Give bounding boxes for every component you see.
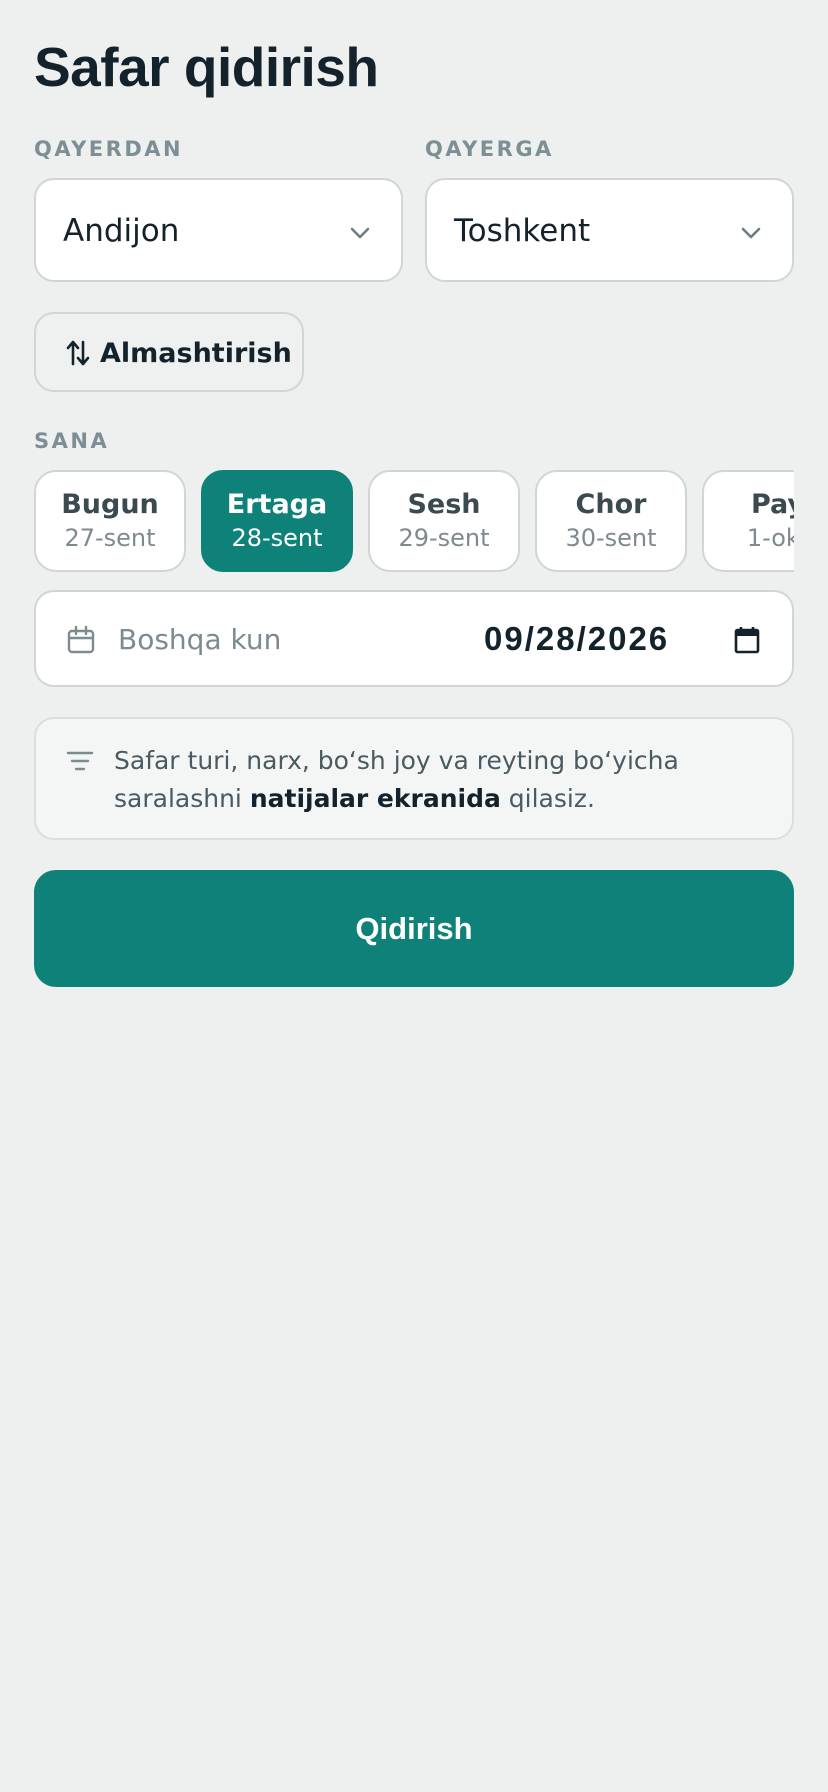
from-label: QAYERDAN [34, 137, 184, 161]
swap-vertical-icon [66, 340, 90, 366]
search-button[interactable]: Qidirish [34, 870, 794, 987]
from-select[interactable]: Andijon [34, 178, 403, 282]
date-chip-selected[interactable]: Ertaga 28-sent [201, 470, 353, 572]
other-day-placeholder: Boshqa kun [118, 623, 282, 656]
date-chip[interactable]: Sesh 29-sent [368, 470, 520, 572]
page-title: Safar qidirish [34, 36, 379, 98]
other-day-value[interactable]: 09/28/2026 [484, 621, 669, 657]
date-label: SANA [34, 429, 110, 453]
date-chip-day: Ertaga [226, 489, 328, 520]
sorting-info-text: Safar turi, narx, bo‘sh joy va reyting b… [114, 742, 764, 818]
date-chip-day: Sesh [407, 489, 481, 520]
date-chip-date: 27-sent [64, 524, 156, 552]
to-label: QAYERGA [425, 137, 554, 161]
filter-icon [66, 751, 94, 771]
date-chip-date: 29-sent [398, 524, 490, 552]
date-chip[interactable]: Pay 1-okt [702, 470, 794, 572]
info-text-end: qilasiz. [500, 784, 595, 813]
date-chip-date: 30-sent [565, 524, 657, 552]
date-chip-day: Pay [750, 489, 794, 520]
date-chip[interactable]: Bugun 27-sent [34, 470, 186, 572]
swap-button[interactable]: Almashtirish [34, 312, 304, 392]
calendar-icon [67, 625, 95, 654]
calendar-picker-icon[interactable] [734, 626, 760, 654]
date-chip[interactable]: Chor 30-sent [535, 470, 687, 572]
date-chip-date: 1-okt [746, 524, 794, 552]
search-screen: Safar qidirish QAYERDAN QAYERGA Andijon … [0, 0, 828, 1792]
to-select[interactable]: Toshkent [425, 178, 794, 282]
date-chip-strip[interactable]: Bugun 27-sent Ertaga 28-sent Sesh 29-sen… [34, 470, 794, 574]
sorting-info-box: Safar turi, narx, bo‘sh joy va reyting b… [34, 717, 794, 840]
other-day-date-input[interactable]: Boshqa kun 09/28/2026 [34, 590, 794, 687]
from-value: Andijon [63, 213, 180, 249]
chevron-down-icon [350, 227, 370, 239]
search-button-label: Qidirish [355, 911, 473, 946]
to-value: Toshkent [454, 213, 591, 249]
date-chip-day: Chor [575, 489, 647, 520]
date-chip-date: 28-sent [231, 524, 323, 552]
date-chip-day: Bugun [61, 489, 159, 520]
chevron-down-icon [741, 227, 761, 239]
swap-button-label: Almashtirish [100, 338, 292, 369]
info-text-bold: natijalar ekranida [249, 784, 501, 813]
